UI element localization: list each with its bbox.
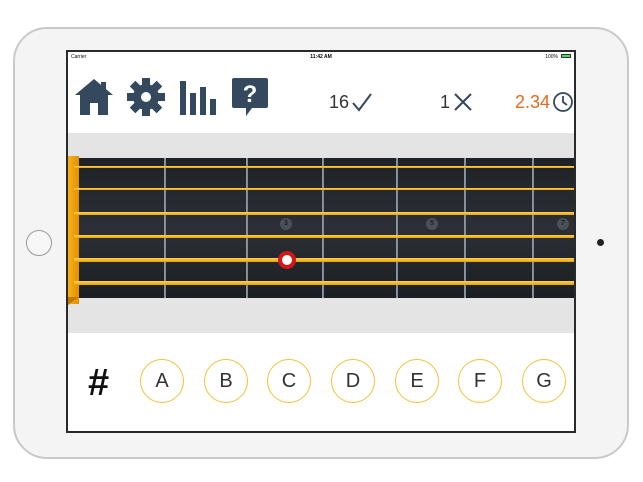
sharp-toggle[interactable]: #	[88, 363, 109, 403]
guitar-string	[74, 281, 574, 285]
device-home-button[interactable]	[26, 230, 52, 256]
guitar-string	[74, 188, 574, 190]
cross-icon	[454, 93, 472, 111]
nut-tip	[68, 297, 79, 305]
correct-stat: 16	[329, 91, 373, 113]
guitar-string	[74, 258, 574, 262]
home-icon[interactable]	[74, 75, 114, 119]
fret-wire	[322, 158, 324, 298]
checkmark-icon	[352, 93, 372, 112]
battery-icon	[561, 54, 571, 58]
wrong-stat: 1	[440, 91, 474, 113]
answer-bar: # A B C D E F G	[68, 333, 574, 431]
fret-marker-3: 3	[280, 218, 292, 230]
fret-wire	[164, 158, 166, 298]
fret-wire	[246, 158, 248, 298]
fret-marker-7: 7	[557, 218, 569, 230]
gear-icon[interactable]	[126, 75, 166, 119]
fret-wire	[464, 158, 466, 298]
help-icon[interactable]: ?	[230, 75, 270, 119]
note-button-e[interactable]: E	[395, 359, 439, 403]
timer-value: 2.34	[515, 91, 551, 112]
fretboard[interactable]	[74, 158, 574, 298]
clock-icon	[553, 92, 573, 112]
highlighted-note-marker	[278, 251, 296, 269]
note-button-c[interactable]: C	[267, 359, 311, 403]
note-button-a[interactable]: A	[140, 359, 184, 403]
clock: 11:42 AM	[310, 54, 332, 60]
correct-count: 16	[329, 91, 350, 112]
note-button-d[interactable]: D	[331, 359, 375, 403]
guitar-string	[74, 166, 574, 168]
app-screen: Carrier 11:42 AM 100% ? 16 1 2.34 3 5 7 …	[66, 50, 576, 433]
svg-text:?: ?	[243, 81, 258, 108]
battery-percent: 100%	[545, 54, 558, 60]
guitar-string	[74, 212, 574, 215]
note-button-f[interactable]: F	[458, 359, 502, 403]
status-bar: Carrier 11:42 AM 100%	[68, 52, 574, 61]
fret-wire	[532, 158, 534, 298]
fret-marker-5: 5	[426, 218, 438, 230]
guitar-string	[74, 235, 574, 238]
fret-wire	[396, 158, 398, 298]
note-button-b[interactable]: B	[204, 359, 248, 403]
wrong-count: 1	[440, 91, 451, 112]
stats-icon[interactable]	[178, 75, 218, 119]
device-camera	[597, 239, 604, 246]
timer-stat: 2.34	[515, 91, 574, 113]
toolbar: ? 16 1 2.34	[68, 61, 574, 133]
note-button-g[interactable]: G	[522, 359, 566, 403]
